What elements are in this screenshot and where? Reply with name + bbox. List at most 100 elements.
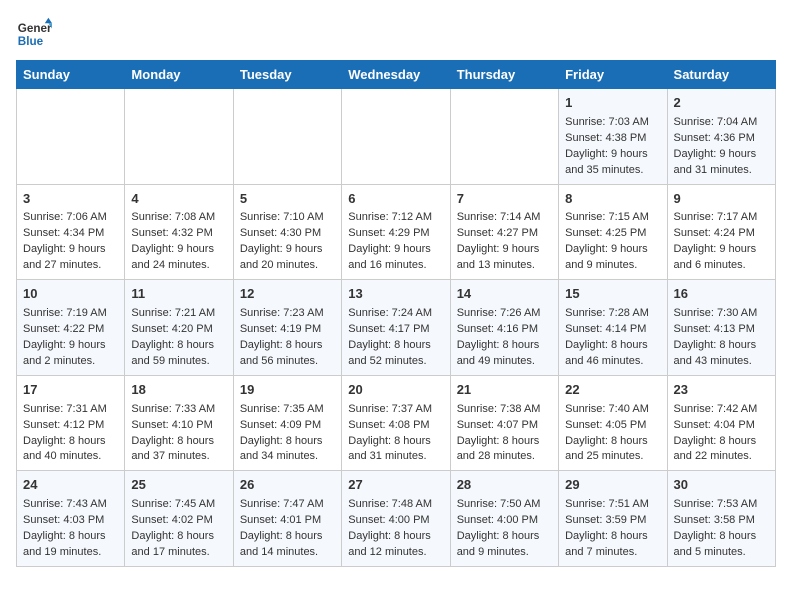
day-info-line: Sunset: 4:17 PM xyxy=(348,322,443,338)
day-info-line: Sunrise: 7:47 AM xyxy=(240,497,335,513)
calendar-cell: 15Sunrise: 7:28 AMSunset: 4:14 PMDayligh… xyxy=(559,280,667,376)
day-info-line: Sunset: 4:00 PM xyxy=(348,513,443,529)
day-number: 16 xyxy=(674,285,769,304)
calendar-cell: 25Sunrise: 7:45 AMSunset: 4:02 PMDayligh… xyxy=(125,471,233,567)
calendar-cell: 14Sunrise: 7:26 AMSunset: 4:16 PMDayligh… xyxy=(450,280,558,376)
day-info-line: Sunrise: 7:12 AM xyxy=(348,210,443,226)
day-info-line: Daylight: 8 hours and 49 minutes. xyxy=(457,338,552,370)
day-info-line: Sunset: 4:36 PM xyxy=(674,131,769,147)
calendar-cell: 5Sunrise: 7:10 AMSunset: 4:30 PMDaylight… xyxy=(233,184,341,280)
calendar-cell: 6Sunrise: 7:12 AMSunset: 4:29 PMDaylight… xyxy=(342,184,450,280)
day-info-line: Sunrise: 7:19 AM xyxy=(23,306,118,322)
day-number: 9 xyxy=(674,190,769,209)
column-header-thursday: Thursday xyxy=(450,61,558,89)
calendar-cell: 17Sunrise: 7:31 AMSunset: 4:12 PMDayligh… xyxy=(17,375,125,471)
day-info-line: Sunset: 4:05 PM xyxy=(565,418,660,434)
day-number: 29 xyxy=(565,476,660,495)
calendar-cell: 24Sunrise: 7:43 AMSunset: 4:03 PMDayligh… xyxy=(17,471,125,567)
calendar-header-row: SundayMondayTuesdayWednesdayThursdayFrid… xyxy=(17,61,776,89)
day-number: 20 xyxy=(348,381,443,400)
day-number: 1 xyxy=(565,94,660,113)
day-info-line: Sunset: 4:20 PM xyxy=(131,322,226,338)
calendar-cell xyxy=(342,89,450,185)
day-number: 12 xyxy=(240,285,335,304)
calendar-cell: 26Sunrise: 7:47 AMSunset: 4:01 PMDayligh… xyxy=(233,471,341,567)
svg-text:Blue: Blue xyxy=(18,35,44,48)
column-header-friday: Friday xyxy=(559,61,667,89)
calendar-cell: 13Sunrise: 7:24 AMSunset: 4:17 PMDayligh… xyxy=(342,280,450,376)
day-info-line: Sunrise: 7:40 AM xyxy=(565,402,660,418)
calendar-cell: 2Sunrise: 7:04 AMSunset: 4:36 PMDaylight… xyxy=(667,89,775,185)
day-number: 15 xyxy=(565,285,660,304)
day-info-line: Sunrise: 7:51 AM xyxy=(565,497,660,513)
day-info-line: Sunrise: 7:35 AM xyxy=(240,402,335,418)
day-info-line: Daylight: 9 hours and 31 minutes. xyxy=(674,147,769,179)
day-info-line: Sunrise: 7:15 AM xyxy=(565,210,660,226)
day-info-line: Daylight: 8 hours and 28 minutes. xyxy=(457,434,552,466)
day-number: 11 xyxy=(131,285,226,304)
day-info-line: Daylight: 8 hours and 14 minutes. xyxy=(240,529,335,561)
day-info-line: Daylight: 9 hours and 2 minutes. xyxy=(23,338,118,370)
day-info-line: Sunset: 4:32 PM xyxy=(131,226,226,242)
day-info-line: Sunrise: 7:38 AM xyxy=(457,402,552,418)
day-info-line: Daylight: 8 hours and 40 minutes. xyxy=(23,434,118,466)
day-number: 21 xyxy=(457,381,552,400)
day-info-line: Sunset: 4:13 PM xyxy=(674,322,769,338)
day-info-line: Sunrise: 7:26 AM xyxy=(457,306,552,322)
day-number: 17 xyxy=(23,381,118,400)
day-info-line: Daylight: 8 hours and 17 minutes. xyxy=(131,529,226,561)
day-info-line: Daylight: 8 hours and 25 minutes. xyxy=(565,434,660,466)
day-info-line: Daylight: 8 hours and 12 minutes. xyxy=(348,529,443,561)
day-info-line: Sunset: 4:12 PM xyxy=(23,418,118,434)
calendar-cell: 29Sunrise: 7:51 AMSunset: 3:59 PMDayligh… xyxy=(559,471,667,567)
day-number: 5 xyxy=(240,190,335,209)
calendar-cell: 3Sunrise: 7:06 AMSunset: 4:34 PMDaylight… xyxy=(17,184,125,280)
svg-text:General: General xyxy=(18,22,52,35)
day-number: 24 xyxy=(23,476,118,495)
day-info-line: Sunrise: 7:37 AM xyxy=(348,402,443,418)
day-number: 28 xyxy=(457,476,552,495)
calendar-cell: 1Sunrise: 7:03 AMSunset: 4:38 PMDaylight… xyxy=(559,89,667,185)
day-info-line: Sunrise: 7:10 AM xyxy=(240,210,335,226)
day-info-line: Daylight: 8 hours and 52 minutes. xyxy=(348,338,443,370)
calendar-table: SundayMondayTuesdayWednesdayThursdayFrid… xyxy=(16,60,776,567)
calendar-cell: 18Sunrise: 7:33 AMSunset: 4:10 PMDayligh… xyxy=(125,375,233,471)
day-info-line: Sunrise: 7:42 AM xyxy=(674,402,769,418)
calendar-cell xyxy=(125,89,233,185)
page-header: General Blue xyxy=(16,16,776,52)
day-info-line: Daylight: 8 hours and 59 minutes. xyxy=(131,338,226,370)
day-info-line: Daylight: 8 hours and 5 minutes. xyxy=(674,529,769,561)
calendar-cell: 12 Sunrise: 7:23 AMSunset: 4:19 PMDayligh… xyxy=(233,280,341,376)
day-info-line: Sunset: 4:19 PM xyxy=(240,322,335,338)
day-info-line: Sunset: 4:25 PM xyxy=(565,226,660,242)
day-info-line: Daylight: 9 hours and 6 minutes. xyxy=(674,242,769,274)
day-number: 7 xyxy=(457,190,552,209)
day-number: 19 xyxy=(240,381,335,400)
day-info-line: Sunrise: 7:28 AM xyxy=(565,306,660,322)
day-number: 3 xyxy=(23,190,118,209)
day-info-line: Daylight: 8 hours and 56 minutes. xyxy=(240,338,335,370)
calendar-cell: 21Sunrise: 7:38 AMSunset: 4:07 PMDayligh… xyxy=(450,375,558,471)
day-info-line: Sunrise: 7:23 AM xyxy=(240,306,335,322)
day-info-line: Daylight: 8 hours and 37 minutes. xyxy=(131,434,226,466)
day-info-line: Daylight: 9 hours and 27 minutes. xyxy=(23,242,118,274)
day-number: 27 xyxy=(348,476,443,495)
day-info-line: Sunrise: 7:24 AM xyxy=(348,306,443,322)
column-header-tuesday: Tuesday xyxy=(233,61,341,89)
day-number: 14 xyxy=(457,285,552,304)
calendar-cell: 23Sunrise: 7:42 AMSunset: 4:04 PMDayligh… xyxy=(667,375,775,471)
calendar-cell: 9Sunrise: 7:17 AMSunset: 4:24 PMDaylight… xyxy=(667,184,775,280)
day-info-line: Sunset: 4:08 PM xyxy=(348,418,443,434)
day-info-line: Sunset: 4:27 PM xyxy=(457,226,552,242)
week-row-4: 17Sunrise: 7:31 AMSunset: 4:12 PMDayligh… xyxy=(17,375,776,471)
day-number: 2 xyxy=(674,94,769,113)
calendar-cell: 11Sunrise: 7:21 AMSunset: 4:20 PMDayligh… xyxy=(125,280,233,376)
day-info-line: Daylight: 8 hours and 43 minutes. xyxy=(674,338,769,370)
day-info-line: Sunrise: 7:08 AM xyxy=(131,210,226,226)
day-info-line: Daylight: 9 hours and 16 minutes. xyxy=(348,242,443,274)
day-info-line: Daylight: 9 hours and 20 minutes. xyxy=(240,242,335,274)
day-number: 25 xyxy=(131,476,226,495)
week-row-1: 1Sunrise: 7:03 AMSunset: 4:38 PMDaylight… xyxy=(17,89,776,185)
day-info-line: Daylight: 9 hours and 24 minutes. xyxy=(131,242,226,274)
day-info-line: Sunset: 4:01 PM xyxy=(240,513,335,529)
